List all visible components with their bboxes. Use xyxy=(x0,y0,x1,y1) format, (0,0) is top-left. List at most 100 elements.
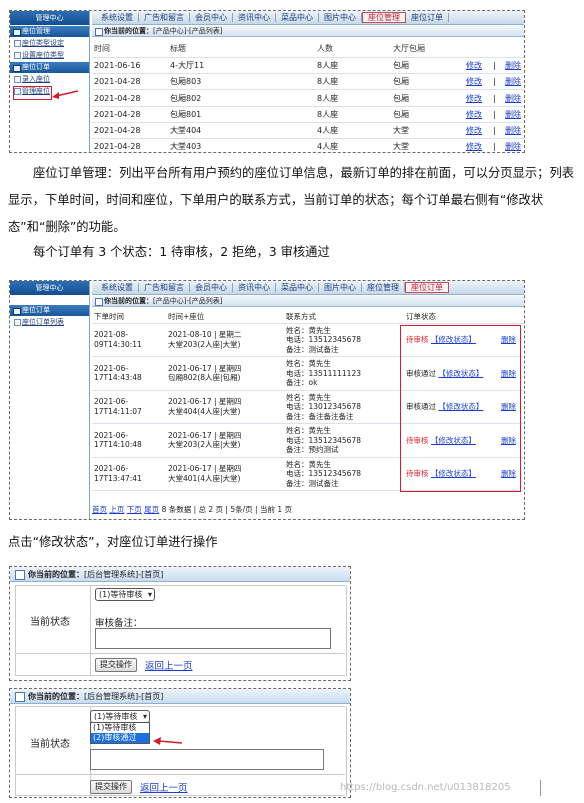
edit-link[interactable]: 修改 xyxy=(466,77,482,86)
people-cell: 8人座 xyxy=(315,73,391,91)
page-first-link[interactable]: 首页 xyxy=(92,505,107,514)
sidebar-group-seat-management[interactable]: 座位管理 xyxy=(10,26,89,37)
nav-image-center[interactable]: 图片中心 xyxy=(319,13,362,22)
nav-news-center[interactable]: 资讯中心 xyxy=(233,13,276,22)
order-time-cell: 2021-06- 17T13:47:41 xyxy=(92,457,166,491)
nav-news-center[interactable]: 资讯中心 xyxy=(233,283,276,292)
sidebar-item-add-seat[interactable]: 录入座位 xyxy=(10,73,89,85)
nav-image-center[interactable]: 图片中心 xyxy=(319,283,362,292)
submit-button[interactable]: 提交操作 xyxy=(95,658,137,672)
column-header: 时间 xyxy=(92,41,168,58)
order-time-cell: 2021-06- 17T14:11:07 xyxy=(92,390,166,424)
delete-link[interactable]: 删除 xyxy=(505,94,521,103)
resize-handle xyxy=(540,780,550,796)
people-cell: 8人座 xyxy=(315,89,391,107)
review-note-textarea[interactable] xyxy=(95,628,331,649)
nav-seat-management[interactable]: 座位管理 xyxy=(362,283,405,292)
contact-cell: 姓名：黄先生 电话：13511111123 备注：ok xyxy=(284,356,404,391)
title-cell: 包厢801 xyxy=(168,106,315,123)
submit-button[interactable]: 提交操作 xyxy=(90,780,132,794)
type-cell: 大堂 xyxy=(391,138,464,152)
delete-link[interactable]: 删除 xyxy=(505,142,521,151)
sidebar-item-seat-type[interactable]: 座位类型设定 xyxy=(10,37,89,49)
delete-link[interactable]: 删除 xyxy=(505,77,521,86)
current-status-label: 当前状态 xyxy=(30,739,70,750)
edit-link[interactable]: 修改 xyxy=(466,94,482,103)
edit-link[interactable]: 修改 xyxy=(466,61,482,70)
column-header: 联系方式 xyxy=(284,311,404,324)
separator: | xyxy=(493,77,496,87)
sidebar-group-seat-orders[interactable]: 座位订单 xyxy=(10,305,89,316)
page-prev-link[interactable]: 上页 xyxy=(109,505,124,514)
type-cell: 大堂 xyxy=(391,122,464,140)
nav-seat-orders[interactable]: 座位订单 xyxy=(406,13,449,22)
seat-time-cell: 2021-06-17 | 星期四 包厢802(8人座|包厢) xyxy=(166,356,284,391)
admin-sidebar: 管理中心 座位管理 座位类型设定 设置座位类型 座位订单 录入座位 管理座位 xyxy=(10,11,90,152)
sidebar-header: 管理中心 xyxy=(10,11,89,25)
nav-dish-center[interactable]: 菜品中心 xyxy=(276,13,319,22)
order-time-cell: 2021-08- 09T14:30:11 xyxy=(92,323,166,357)
nav-seat-orders[interactable]: 座位订单 xyxy=(405,282,449,293)
title-cell: 4-大厅11 xyxy=(168,57,315,75)
page-last-link[interactable]: 尾页 xyxy=(144,505,159,514)
delete-link[interactable]: 删除 xyxy=(505,61,521,70)
breadcrumb: 你当前的位置：[产品中心]-[产品列表] xyxy=(92,296,524,307)
paragraph-order-states: 每个订单有 3 个状态：1 待审核，2 拒绝，3 审核通过 xyxy=(33,245,330,259)
edit-link[interactable]: 修改 xyxy=(466,142,482,151)
nav-member-center[interactable]: 会员中心 xyxy=(190,13,233,22)
nav-dish-center[interactable]: 菜品中心 xyxy=(276,283,319,292)
column-header: 订单状态 xyxy=(404,311,499,324)
seat-time-cell: 2021-06-17 | 星期四 大堂203(2人座|大堂) xyxy=(166,423,284,458)
delete-link[interactable]: 删除 xyxy=(505,110,521,119)
type-cell: 包厢 xyxy=(391,106,464,123)
back-link[interactable]: 返回上一页 xyxy=(145,658,193,672)
current-status-label: 当前状态 xyxy=(30,617,70,628)
column-header: 下单时间 xyxy=(92,311,166,324)
title-cell: 包厢802 xyxy=(168,89,315,107)
seat-time-cell: 2021-06-17 | 星期四 大堂404(4人座|大堂) xyxy=(166,390,284,424)
page-next-link[interactable]: 下页 xyxy=(127,505,142,514)
watermark: https://blog.csdn.net/u013818205 xyxy=(340,782,511,793)
table-header-row: 下单时间 时间+座位 联系方式 订单状态 xyxy=(92,311,524,324)
nav-ads-messages[interactable]: 广告和留言 xyxy=(139,283,190,292)
seat-list-screenshot: 管理中心 座位管理 座位类型设定 设置座位类型 座位订单 录入座位 管理座位 系… xyxy=(9,10,525,153)
pagination: 首页 上页 下页 尾页 8 条数据 | 总 2 页 | 5条/页 | 当前 1 … xyxy=(92,504,292,515)
edit-link[interactable]: 修改 xyxy=(466,110,482,119)
nav-system-settings[interactable]: 系统设置 xyxy=(96,283,139,292)
contact-cell: 姓名：黄先生 电话：13012345678 备注：备注备注备注 xyxy=(284,390,404,424)
date-cell: 2021-04-28 xyxy=(92,106,168,123)
title-cell: 大堂404 xyxy=(168,122,315,140)
status-option-pending[interactable]: (1)等待审核 xyxy=(91,723,149,733)
edit-link[interactable]: 修改 xyxy=(466,126,482,135)
column-header: 人数 xyxy=(315,41,391,58)
highlight-box xyxy=(400,325,521,492)
review-note-label: 审核备注： xyxy=(95,618,143,629)
nav-member-center[interactable]: 会员中心 xyxy=(190,283,233,292)
paragraph-seat-order-management: 座位订单管理：列出平台所有用户预约的座位订单信息，最新订单的排在前面，可以分页显… xyxy=(8,166,575,234)
nav-ads-messages[interactable]: 广告和留言 xyxy=(139,13,190,22)
table-row: 2021-04-28 大堂403 4人座 大堂 修改 | 删除 xyxy=(92,138,524,152)
column-header: 标题 xyxy=(168,41,315,58)
review-note-textarea[interactable] xyxy=(90,749,324,770)
status-select[interactable]: (1)等待审核 xyxy=(95,588,155,601)
sidebar-group-seat-orders[interactable]: 座位订单 xyxy=(10,62,89,73)
nav-system-settings[interactable]: 系统设置 xyxy=(96,13,139,22)
sidebar-item-set-seat-type[interactable]: 设置座位类型 xyxy=(10,49,89,61)
separator: | xyxy=(493,142,496,152)
contact-cell: 姓名：黄先生 电话：13512345678 备注：测试备注 xyxy=(284,457,404,491)
red-arrow-icon xyxy=(52,90,79,99)
delete-link[interactable]: 删除 xyxy=(505,126,521,135)
nav-seat-management[interactable]: 座位管理 xyxy=(362,12,406,23)
paragraph-click-modify: 点击“修改状态”，对座位订单进行操作 xyxy=(8,535,218,549)
sidebar-header: 管理中心 xyxy=(10,281,89,295)
back-link[interactable]: 返回上一页 xyxy=(140,780,188,794)
separator: | xyxy=(493,126,496,136)
type-cell: 包厢 xyxy=(391,73,464,91)
separator: | xyxy=(493,109,496,119)
people-cell: 8人座 xyxy=(315,106,391,123)
date-cell: 2021-04-28 xyxy=(92,73,168,91)
column-header: 大厅包厢 xyxy=(391,41,464,58)
sidebar-item-seat-order-list[interactable]: 座位订单列表 xyxy=(10,316,89,328)
status-option-approved[interactable]: (2)审核通过 xyxy=(91,733,149,743)
date-cell: 2021-04-28 xyxy=(92,122,168,140)
